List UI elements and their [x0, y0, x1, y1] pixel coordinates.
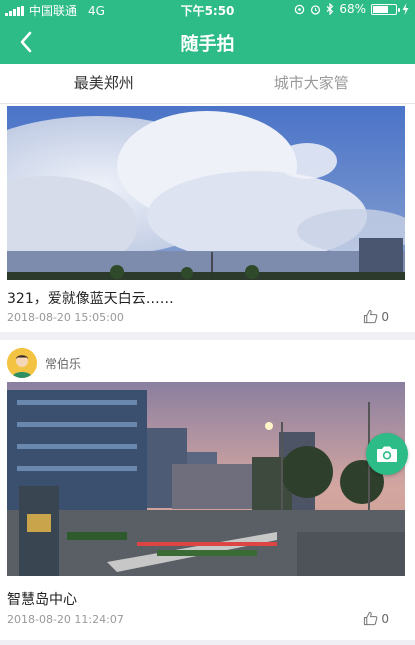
- avatar[interactable]: [7, 348, 37, 378]
- like-count: 0: [381, 611, 389, 626]
- thumbs-up-icon: [364, 309, 378, 324]
- post-photo-sky[interactable]: [7, 106, 405, 280]
- nav-bar: 随手拍: [0, 20, 415, 64]
- bluetooth-icon: [326, 3, 334, 15]
- camera-icon: [377, 446, 397, 462]
- post-time: 2018-08-20 15:05:00: [7, 311, 124, 324]
- battery-percent: 68%: [339, 2, 366, 16]
- post-caption: 321，爱就像蓝天白云……: [7, 291, 174, 307]
- page-title: 随手拍: [180, 34, 235, 55]
- tab-bar: 最美郑州 城市大家管: [0, 64, 415, 104]
- post-time: 2018-08-20 11:24:07: [7, 613, 124, 626]
- like-button[interactable]: 0: [363, 309, 389, 324]
- post-card[interactable]: 321，爱就像蓝天白云…… 2018-08-20 15:05:00 0: [0, 104, 415, 332]
- tab-zuimei-zhengzhou[interactable]: 最美郑州: [0, 64, 208, 103]
- thumbs-up-icon: [364, 611, 378, 626]
- post-author[interactable]: 常伯乐: [7, 348, 81, 378]
- like-button[interactable]: 0: [363, 611, 389, 626]
- tab-city-management[interactable]: 城市大家管: [208, 64, 415, 103]
- camera-button[interactable]: [366, 433, 408, 475]
- battery-icon: [371, 3, 400, 15]
- alarm-icon: [311, 4, 321, 15]
- post-feed[interactable]: 321，爱就像蓝天白云…… 2018-08-20 15:05:00 0 常伯乐: [0, 104, 415, 645]
- like-count: 0: [381, 309, 389, 324]
- post-card[interactable]: 常伯乐 智慧岛中心 2018-08-20 11:24:07 0: [0, 340, 415, 640]
- charging-icon: [402, 3, 409, 15]
- status-bar: 中国联通 4G 下午5:50 68%: [0, 0, 415, 20]
- location-icon: [295, 4, 305, 14]
- author-name: 常伯乐: [45, 356, 82, 371]
- post-photo-building[interactable]: [7, 382, 405, 576]
- post-caption: 智慧岛中心: [7, 592, 77, 608]
